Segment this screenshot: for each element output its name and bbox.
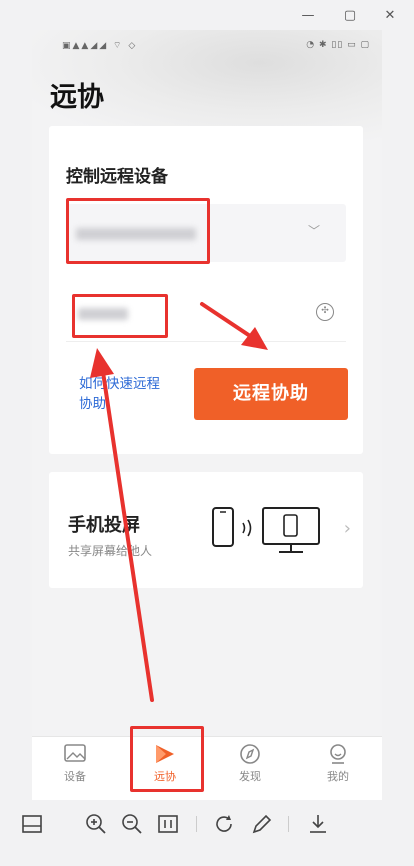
nav-item-profile[interactable]: 我的 bbox=[308, 743, 368, 795]
assist-code-redacted bbox=[78, 308, 128, 320]
nav-label-profile: 我的 bbox=[327, 770, 349, 783]
bottom-nav: 设备 远协 发现 我的 bbox=[32, 736, 382, 800]
profile-icon bbox=[330, 744, 346, 764]
toolbar-divider bbox=[196, 816, 197, 832]
phone-to-monitor-icon bbox=[211, 504, 323, 556]
nav-label-devices: 设备 bbox=[64, 770, 86, 783]
image-icon bbox=[64, 744, 86, 762]
signal-icons: ▣▲▲◢◢ ⌔ ◇ bbox=[62, 41, 138, 51]
nav-label-remote-assist: 远协 bbox=[154, 770, 176, 783]
actual-size-icon[interactable] bbox=[156, 812, 180, 836]
window-titlebar: — ▢ ✕ bbox=[0, 0, 414, 34]
chevron-down-icon: ﹀ bbox=[307, 224, 320, 238]
screen-mirror-subtitle: 共享屏幕给他人 bbox=[68, 544, 153, 558]
battery-icons: ◔ ✱ ▯▯ ▭ ▢ bbox=[306, 40, 370, 50]
remote-control-card: 控制远程设备 ﹀ ✣ 如何快速远程协助 远程协助 bbox=[49, 126, 363, 454]
edit-icon[interactable] bbox=[250, 812, 274, 836]
thumbnail-icon[interactable] bbox=[20, 812, 44, 836]
viewer-toolbar bbox=[0, 800, 414, 850]
help-link[interactable]: 如何快速远程协助 bbox=[79, 374, 169, 414]
remote-control-title: 控制远程设备 bbox=[66, 167, 168, 187]
maximize-icon[interactable]: ▢ bbox=[340, 6, 360, 26]
status-bar: ▣▲▲◢◢ ⌔ ◇ ◔ ✱ ▯▯ ▭ ▢ bbox=[62, 40, 370, 54]
nav-item-devices[interactable]: 设备 bbox=[45, 743, 105, 795]
download-icon[interactable] bbox=[306, 812, 330, 836]
nav-item-discover[interactable]: 发现 bbox=[220, 743, 280, 795]
phone-screen: ▣▲▲◢◢ ⌔ ◇ ◔ ✱ ▯▯ ▭ ▢ 远协 控制远程设备 ﹀ ✣ 如何快速远… bbox=[32, 30, 382, 800]
rotate-icon[interactable] bbox=[212, 812, 236, 836]
scan-icon[interactable]: ✣ bbox=[316, 303, 334, 321]
assist-code-field[interactable]: ✣ bbox=[66, 286, 346, 342]
screen-mirror-card[interactable]: 手机投屏 共享屏幕给他人 › bbox=[49, 472, 363, 588]
page-title: 远协 bbox=[50, 82, 104, 113]
remote-assist-button[interactable]: 远程协助 bbox=[194, 368, 348, 420]
nav-label-discover: 发现 bbox=[239, 770, 261, 783]
screen-mirror-title: 手机投屏 bbox=[68, 515, 140, 536]
chevron-right-icon: › bbox=[343, 518, 351, 539]
close-icon[interactable]: ✕ bbox=[380, 6, 400, 26]
zoom-in-icon[interactable] bbox=[84, 812, 108, 836]
toolbar-divider bbox=[288, 816, 289, 832]
device-select[interactable]: ﹀ bbox=[66, 204, 346, 262]
compass-icon bbox=[240, 744, 260, 764]
minimize-icon[interactable]: — bbox=[298, 6, 318, 26]
remote-assist-icon bbox=[156, 745, 174, 763]
device-name-redacted bbox=[76, 228, 196, 240]
nav-item-remote-assist[interactable]: 远协 bbox=[135, 743, 195, 795]
zoom-out-icon[interactable] bbox=[120, 812, 144, 836]
